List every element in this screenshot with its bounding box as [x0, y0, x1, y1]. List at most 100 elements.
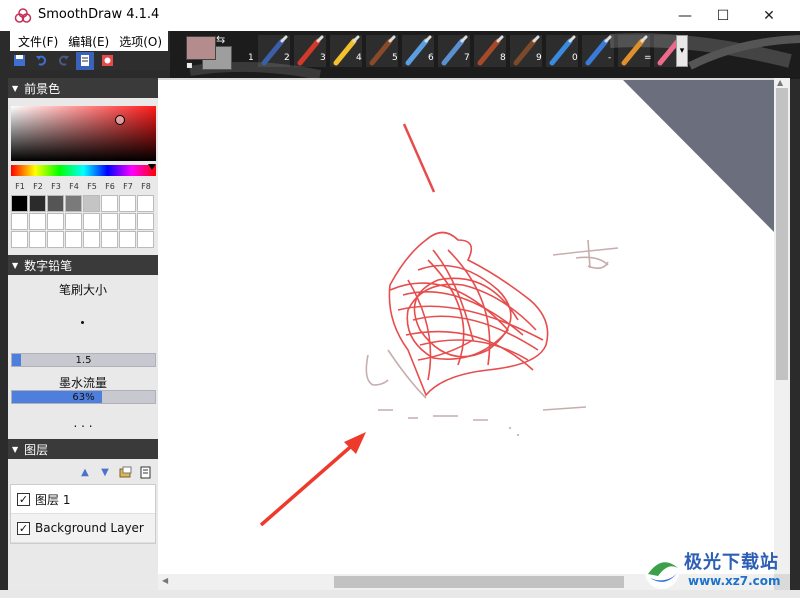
layer-row[interactable]: ✓ Background Layer — [11, 514, 155, 543]
palette-shortcut-key: F7 — [123, 182, 133, 191]
palette-swatch[interactable] — [29, 231, 46, 248]
palette-shortcut-key: F6 — [105, 182, 115, 191]
palette-swatch[interactable] — [119, 195, 136, 212]
layers-header[interactable]: ▼ 图层 — [8, 439, 158, 459]
palette-swatch[interactable] — [137, 195, 154, 212]
palette-shortcut-key: F4 — [69, 182, 79, 191]
brush-title: 数字铅笔 — [24, 258, 73, 273]
ink-flow-value: 63% — [72, 392, 95, 403]
palette-shortcut-row: F1 F2 F3 F4 F5 F6 F7 F8 — [11, 182, 156, 191]
menu-edit[interactable]: 编辑(E) — [64, 33, 113, 50]
palette-swatch[interactable] — [101, 231, 118, 248]
vertical-scroll-thumb[interactable] — [776, 88, 788, 380]
drawing-canvas[interactable] — [158, 80, 774, 574]
new-layer-icon[interactable] — [138, 465, 152, 479]
saturation-value-picker[interactable] — [11, 106, 156, 161]
move-layer-down-icon[interactable]: ▼ — [98, 465, 112, 479]
palette-swatch[interactable] — [47, 195, 64, 212]
side-panel: ▼ 前景色 F1 F2 F3 F4 F5 F6 F7 F8 ▼ 数字铅笔 笔刷大小 1.5 墨… — [8, 78, 158, 590]
canvas-area: ▲ ◀ — [158, 78, 790, 590]
palette-swatch[interactable] — [83, 195, 100, 212]
palette-swatch[interactable] — [119, 231, 136, 248]
palette-swatch[interactable] — [11, 231, 28, 248]
palette-swatch[interactable] — [29, 213, 46, 230]
brush-preview-dot — [81, 321, 84, 324]
horizontal-scroll-thumb[interactable] — [334, 576, 624, 588]
tool-shortcut-number: 7 — [464, 53, 470, 63]
tool-shortcut-number: 8 — [500, 53, 506, 63]
palette-swatch[interactable] — [11, 213, 28, 230]
palette-swatch[interactable] — [11, 195, 28, 212]
tool-shortcut-number: 0 — [572, 53, 578, 63]
brush-more-button[interactable]: . . . — [8, 416, 158, 430]
undo-icon[interactable] — [32, 52, 50, 70]
palette-swatch[interactable] — [101, 195, 118, 212]
watermark-text: 极光下载站 — [684, 552, 779, 573]
maximize-button[interactable]: ☐ — [700, 0, 746, 31]
hue-slider[interactable] — [11, 165, 156, 176]
reset-colors-icon[interactable]: ▪ — [186, 60, 193, 71]
record-icon[interactable] — [98, 52, 116, 70]
palette-swatch[interactable] — [83, 213, 100, 230]
ink-flow-slider[interactable]: 63% — [11, 390, 156, 404]
brush-size-slider[interactable]: 1.5 — [11, 353, 156, 367]
bottom-strip — [0, 590, 800, 598]
palette-swatch[interactable] — [29, 195, 46, 212]
tool-shortcut-number: 9 — [536, 53, 542, 63]
palette-swatch[interactable] — [83, 231, 100, 248]
collapse-triangle-icon: ▼ — [12, 83, 19, 93]
brush-size-value: 1.5 — [75, 355, 92, 366]
layers-title: 图层 — [24, 442, 49, 457]
tool-shortcut-number: = — [644, 53, 652, 63]
menu-file[interactable]: 文件(F) — [14, 33, 62, 50]
tools-more-button[interactable]: ▾ — [676, 35, 688, 67]
palette-shortcut-key: F5 — [87, 182, 97, 191]
palette-swatch[interactable] — [101, 213, 118, 230]
move-layer-up-icon[interactable]: ▲ — [78, 465, 92, 479]
foreground-color-title: 前景色 — [24, 81, 61, 96]
redo-icon[interactable] — [54, 52, 72, 70]
palette-swatch[interactable] — [119, 213, 136, 230]
palette-shortcut-key: F3 — [51, 182, 61, 191]
palette-swatch[interactable] — [47, 231, 64, 248]
swap-colors-icon[interactable]: ⇆ — [216, 33, 225, 46]
layer-visibility-checkbox[interactable]: ✓ — [17, 521, 30, 535]
palette-swatch[interactable] — [137, 213, 154, 230]
title-bar: SmoothDraw 4.1.4 — ☐ ✕ — [0, 0, 800, 31]
palette-swatch[interactable] — [65, 213, 82, 230]
app-logo-icon — [14, 8, 32, 23]
palette-swatch[interactable] — [47, 213, 64, 230]
tool-shortcut-number: 6 — [428, 53, 434, 63]
quick-toolbar — [10, 51, 170, 70]
new-document-icon[interactable] — [76, 51, 94, 70]
layer-toolbar: ▲ ▼ — [8, 462, 158, 482]
hue-slider-marker[interactable] — [148, 164, 156, 170]
tool-shortcut-number: 3 — [320, 53, 326, 63]
color-picker-marker[interactable] — [115, 115, 125, 125]
watermark-url: www.xz7.com — [688, 574, 781, 588]
layer-row[interactable]: ✓ 图层 1 — [11, 485, 155, 514]
red-arrow-annotation — [259, 432, 366, 527]
save-icon[interactable] — [10, 52, 28, 70]
palette-swatch[interactable] — [65, 231, 82, 248]
foreground-color-swatch[interactable] — [186, 36, 216, 60]
menu-options[interactable]: 选项(O) — [115, 33, 166, 50]
foreground-color-header[interactable]: ▼ 前景色 — [8, 78, 158, 98]
close-button[interactable]: ✕ — [746, 0, 792, 31]
palette-shortcut-key: F1 — [15, 182, 25, 191]
collapse-triangle-icon: ▼ — [12, 444, 19, 454]
layer-properties-icon[interactable] — [118, 465, 132, 479]
scroll-up-icon[interactable]: ▲ — [777, 78, 783, 87]
palette-swatch[interactable] — [137, 231, 154, 248]
scroll-left-icon[interactable]: ◀ — [162, 576, 168, 585]
menu-bar: 文件(F) 编辑(E) 选项(O) — [10, 31, 169, 51]
palette-shortcut-key: F8 — [141, 182, 151, 191]
vertical-scrollbar[interactable]: ▲ — [774, 78, 790, 574]
palette-swatch[interactable] — [65, 195, 82, 212]
brush-size-label: 笔刷大小 — [58, 283, 107, 297]
tool-shortcut-number: - — [608, 53, 612, 63]
layer-visibility-checkbox[interactable]: ✓ — [17, 492, 30, 506]
brush-header[interactable]: ▼ 数字铅笔 — [8, 255, 158, 275]
ink-flow-label: 墨水流量 — [58, 376, 107, 390]
color-palette — [11, 195, 156, 248]
